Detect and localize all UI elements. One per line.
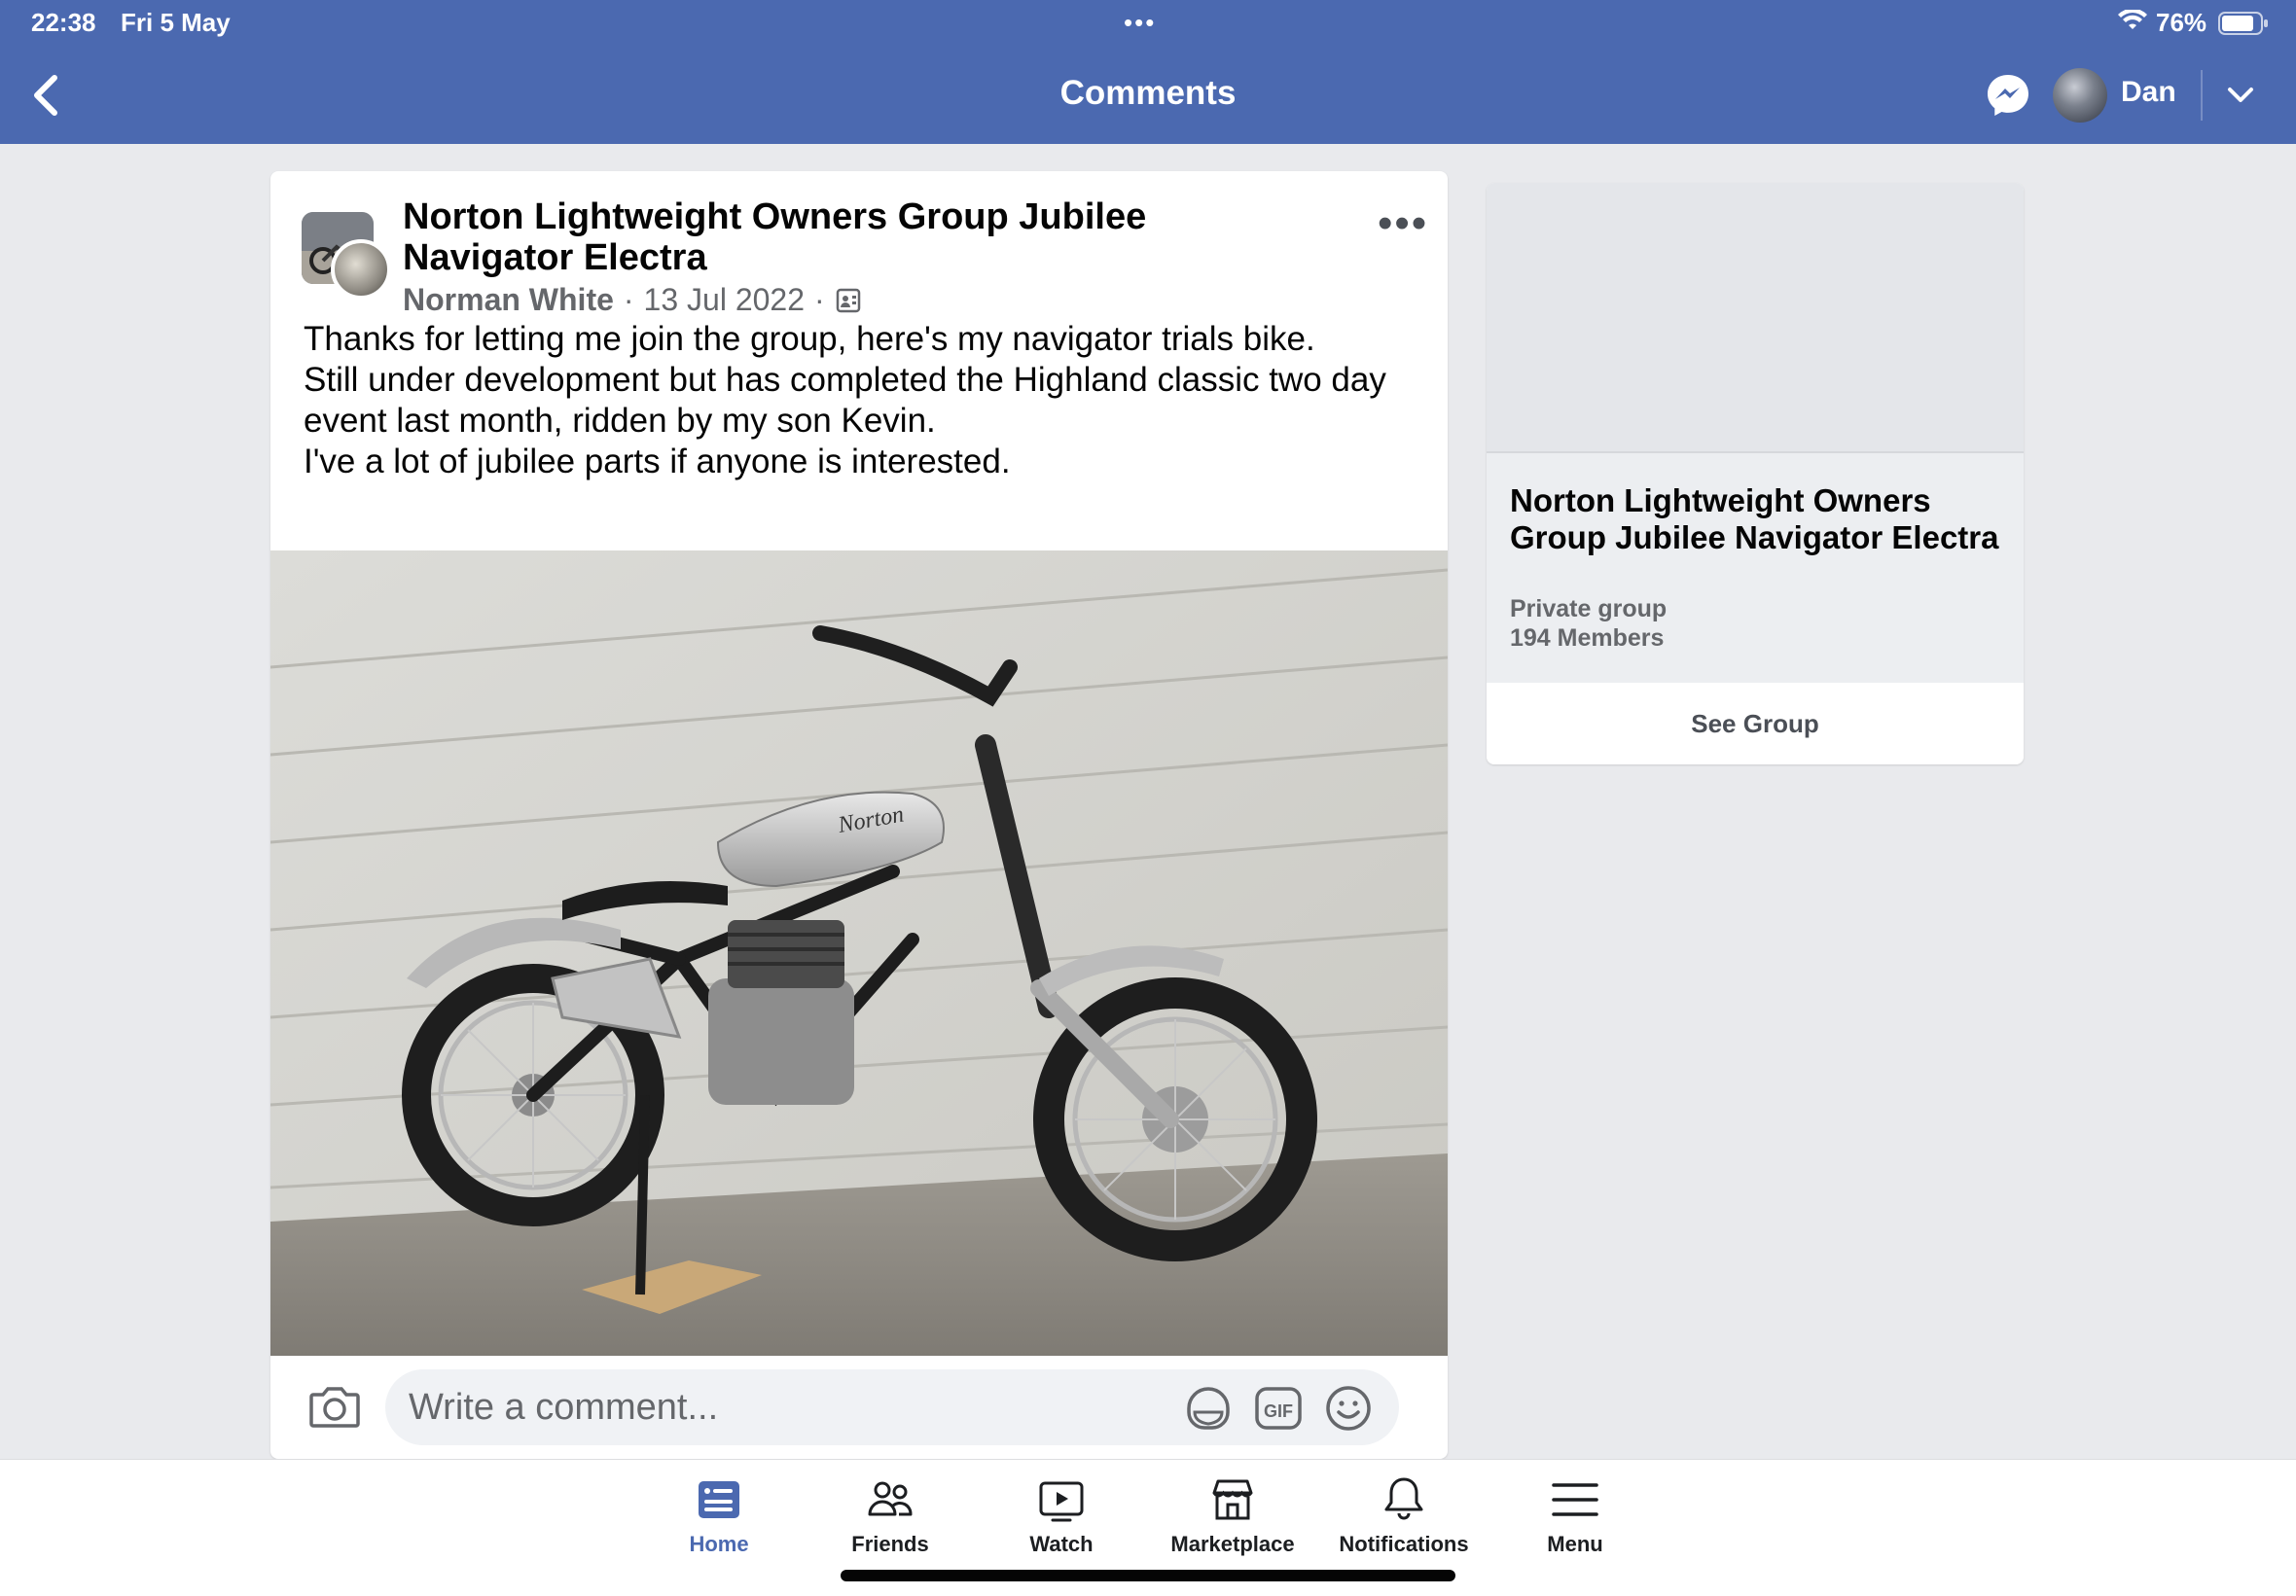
status-date: Fri 5 May — [121, 8, 231, 37]
comment-composer: GIF — [270, 1356, 1448, 1459]
marketplace-icon — [1212, 1479, 1253, 1520]
group-card: Norton Lightweight Owners Group Jubilee … — [1487, 183, 2024, 764]
more-options-icon[interactable]: ••• — [1378, 202, 1428, 245]
comment-input[interactable] — [385, 1369, 1399, 1445]
post-photo[interactable]: Norton — [270, 550, 1448, 1356]
hamburger-icon — [1552, 1483, 1598, 1516]
emoji-icon[interactable] — [1323, 1383, 1374, 1434]
tab-label: Marketplace — [1170, 1532, 1295, 1556]
tab-label: Watch — [1029, 1532, 1094, 1556]
bell-icon — [1384, 1477, 1423, 1520]
gif-icon[interactable]: GIF — [1253, 1383, 1304, 1434]
user-name[interactable]: Dan — [2121, 76, 2176, 109]
camera-icon[interactable] — [307, 1379, 362, 1434]
group-info: Norton Lightweight Owners Group Jubilee … — [1487, 453, 2024, 683]
post-text-line: Thanks for letting me join the group, he… — [304, 320, 1315, 358]
wifi-icon — [2118, 10, 2147, 29]
meta-separator: · — [623, 282, 634, 317]
multitasking-dots-icon[interactable]: ••• — [1124, 8, 1156, 38]
group-card-privacy: Private group — [1510, 595, 1668, 622]
tab-marketplace[interactable]: Marketplace — [1150, 1473, 1315, 1557]
tab-label: Friends — [851, 1532, 929, 1556]
tab-label: Notifications — [1339, 1532, 1469, 1556]
author-avatar[interactable] — [331, 239, 391, 300]
post-text: Thanks for letting me join the group, he… — [304, 319, 1413, 482]
svg-text:GIF: GIF — [1264, 1401, 1293, 1421]
post-author[interactable]: Norman White — [403, 282, 614, 318]
meta-separator: · — [814, 282, 825, 317]
watch-icon — [1039, 1481, 1084, 1522]
post-text-line: I've a lot of jubilee parts if anyone is… — [304, 443, 1011, 480]
battery-percent: 76% — [2156, 8, 2207, 37]
home-feed-icon — [699, 1481, 739, 1518]
tab-label: Home — [689, 1532, 749, 1556]
group-privacy-icon — [836, 288, 860, 312]
avatar[interactable] — [2053, 68, 2107, 123]
sticker-icon[interactable] — [1183, 1383, 1234, 1434]
post-date[interactable]: 13 Jul 2022 — [644, 282, 805, 318]
post-group-name[interactable]: Norton Lightweight Owners Group Jubilee … — [403, 196, 1201, 278]
tab-watch[interactable]: Watch — [979, 1473, 1144, 1557]
status-time: 22:38 — [31, 8, 96, 37]
tab-notifications[interactable]: Notifications — [1321, 1473, 1487, 1557]
header-divider — [2201, 70, 2203, 121]
post-card: Norton Lightweight Owners Group Jubilee … — [270, 171, 1448, 1459]
post-meta: Norman White · 13 Jul 2022 · — [403, 282, 862, 318]
tab-home[interactable]: Home — [636, 1473, 802, 1557]
top-navigation-bar: 22:38 Fri 5 May ••• 76% Comments Dan — [0, 0, 2296, 144]
home-indicator[interactable] — [841, 1570, 1455, 1581]
post-text-line: Still under development but has complete… — [304, 361, 1386, 440]
tab-label: Menu — [1547, 1532, 1603, 1556]
chevron-down-icon[interactable] — [2224, 78, 2257, 111]
friends-icon — [868, 1481, 913, 1516]
tab-menu[interactable]: Menu — [1492, 1473, 1658, 1557]
battery-icon — [2218, 12, 2268, 35]
group-card-name[interactable]: Norton Lightweight Owners Group Jubilee … — [1510, 482, 2006, 556]
page-title: Comments — [1059, 74, 1237, 112]
messenger-icon[interactable] — [1985, 72, 2031, 119]
motorcycle-image: Norton — [270, 550, 1448, 1356]
group-card-members: 194 Members — [1510, 624, 1665, 652]
tab-friends[interactable]: Friends — [807, 1473, 973, 1557]
see-group-button[interactable]: See Group — [1487, 683, 2024, 764]
group-cover-image[interactable] — [1487, 183, 2024, 453]
